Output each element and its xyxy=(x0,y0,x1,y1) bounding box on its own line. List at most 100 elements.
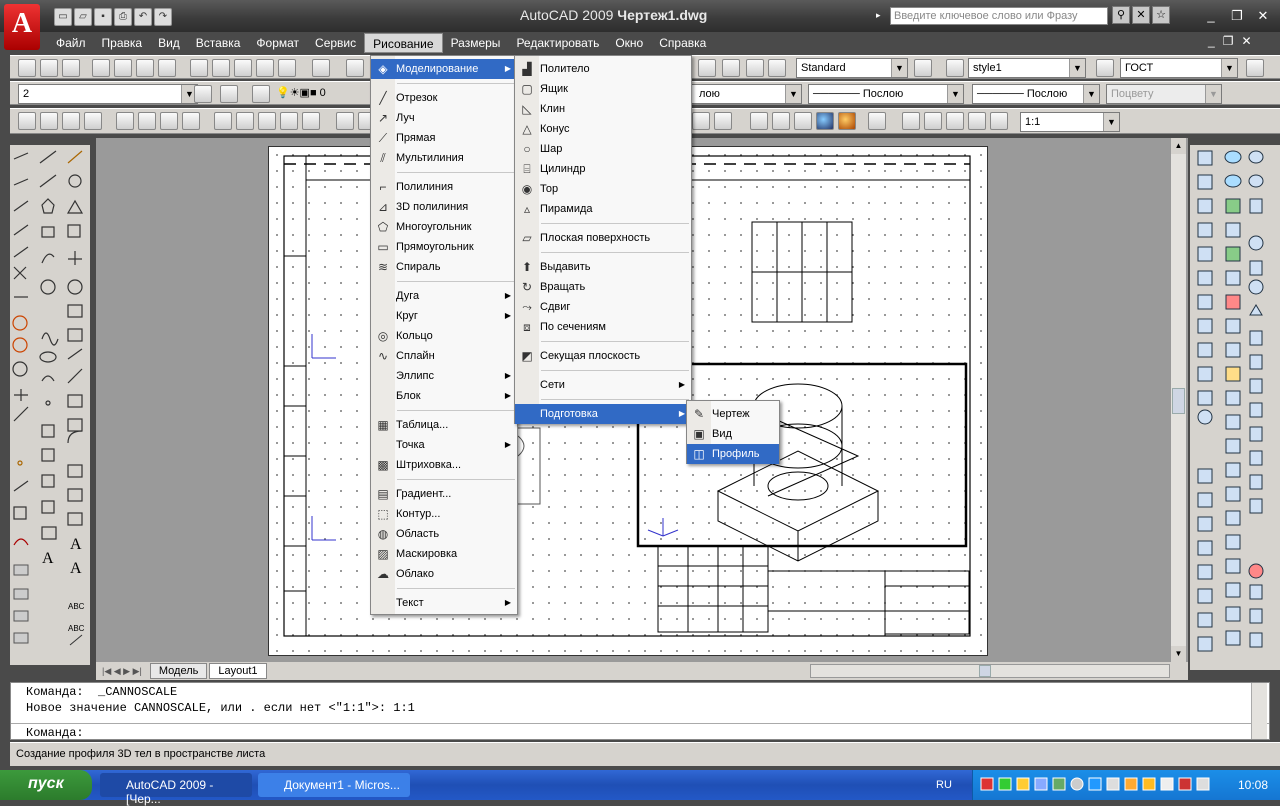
tb-new-icon[interactable] xyxy=(18,59,36,77)
viewport-5-icon[interactable] xyxy=(990,112,1008,130)
close-icon[interactable]: ✕ xyxy=(1252,6,1274,26)
new-icon[interactable]: ▭ xyxy=(54,8,72,26)
minimize-icon[interactable]: _ xyxy=(1200,6,1222,26)
draw-item[interactable]: ◈ Моделирование ▶ xyxy=(371,59,517,79)
draw-item[interactable]: ▩ Штриховка... xyxy=(371,455,517,475)
viewport-1-icon[interactable] xyxy=(902,112,920,130)
draw-item[interactable]: ⫽ Мультилиния xyxy=(371,148,517,168)
modeling-item[interactable]: ▢ Ящик xyxy=(515,79,691,99)
clock[interactable]: 10:08 xyxy=(1238,778,1268,792)
dim-angular-icon[interactable] xyxy=(182,112,200,130)
draw-item[interactable]: ◍ Область xyxy=(371,524,517,544)
modeling-item[interactable]: ⌸ Цилиндр xyxy=(515,159,691,179)
save-icon[interactable]: ▪ xyxy=(94,8,112,26)
visual-style-realistic-icon[interactable] xyxy=(816,112,834,130)
tb-publish-icon[interactable] xyxy=(136,59,154,77)
tb-3ddwf-icon[interactable] xyxy=(158,59,176,77)
draw-item[interactable]: ▭ Прямоугольник xyxy=(371,237,517,257)
left-tools-icons[interactable]: A A A ABC ABC xyxy=(10,145,90,665)
draw-item[interactable]: ⬚ Контур... xyxy=(371,504,517,524)
menu-help[interactable]: Справка xyxy=(651,33,714,53)
draw-item[interactable]: ↗ Луч xyxy=(371,108,517,128)
menu-modify[interactable]: Редактировать xyxy=(508,33,607,53)
tb-sheetset-icon[interactable] xyxy=(768,59,786,77)
draw-item[interactable]: ▤ Градиент... xyxy=(371,484,517,504)
tab-model[interactable]: Модель xyxy=(149,663,208,679)
modeling-item[interactable]: ▟ Политело xyxy=(515,59,691,79)
doc-minimize-icon[interactable]: _ xyxy=(1208,34,1215,48)
start-button[interactable]: пуск xyxy=(0,770,92,800)
draw-item[interactable]: ╱ Отрезок xyxy=(371,88,517,108)
menu-format[interactable]: Формат xyxy=(248,33,307,53)
horizontal-scrollbar[interactable] xyxy=(810,664,1170,678)
dim-radius-icon[interactable] xyxy=(116,112,134,130)
draw-item[interactable]: ▨ Маскировка xyxy=(371,544,517,564)
menu-dimension[interactable]: Размеры xyxy=(443,33,509,53)
tb-paste-block-icon[interactable] xyxy=(256,59,274,77)
tb-paste-icon[interactable] xyxy=(234,59,252,77)
dimstyle-icon[interactable] xyxy=(946,59,964,77)
visual-style-4-icon[interactable] xyxy=(772,112,790,130)
visual-style-conceptual-icon[interactable] xyxy=(838,112,856,130)
tb-toolpalettes-icon[interactable] xyxy=(746,59,764,77)
color-select[interactable]: лою ▼ xyxy=(690,84,802,104)
modeling-item[interactable]: ⬆ Выдавить xyxy=(515,257,691,277)
viewport-scale-select[interactable]: 1:1 ▼ xyxy=(1020,112,1120,132)
command-window[interactable]: Команда: _CANNOSCALE Новое значение CANN… xyxy=(10,682,1270,740)
draw-item[interactable]: ≋ Спираль xyxy=(371,257,517,277)
modeling-item[interactable]: ↻ Вращать xyxy=(515,277,691,297)
tray-icons[interactable] xyxy=(973,770,1233,800)
tb-matchprop-icon[interactable] xyxy=(278,59,296,77)
draw-item[interactable]: Блок ▶ xyxy=(371,386,517,406)
tb-undo-icon[interactable] xyxy=(312,59,330,77)
visual-style-1-icon[interactable] xyxy=(692,112,710,130)
tb-cut-icon[interactable] xyxy=(190,59,208,77)
dim-jogged-icon[interactable] xyxy=(138,112,156,130)
search-expand-icon[interactable]: ▸ xyxy=(876,10,881,21)
layer-control[interactable]: 💡☀▣■ 0 xyxy=(276,86,366,99)
draw-item[interactable]: ⟋ Прямая xyxy=(371,128,517,148)
modeling-item[interactable]: ◺ Клин xyxy=(515,99,691,119)
draw-item[interactable]: ▦ Таблица... xyxy=(371,415,517,435)
tablestyle-select[interactable]: ГОСТ ▼ xyxy=(1120,58,1238,78)
modeling-item[interactable]: ⤳ Сдвиг xyxy=(515,297,691,317)
draw-item[interactable]: ⊿ 3D полилиния xyxy=(371,197,517,217)
modeling-item[interactable]: ◩ Секущая плоскость xyxy=(515,346,691,366)
dim-baseline-icon[interactable] xyxy=(236,112,254,130)
print-icon[interactable]: ⎙ xyxy=(114,8,132,26)
command-scrollbar[interactable] xyxy=(1251,683,1267,739)
tb-properties-icon[interactable] xyxy=(698,59,716,77)
favorites-icon[interactable]: ☆ xyxy=(1152,6,1170,24)
modeling-item[interactable]: ▱ Плоская поверхность xyxy=(515,228,691,248)
setup-item[interactable]: ✎ Чертеж xyxy=(687,404,779,424)
redo-icon[interactable]: ↷ xyxy=(154,8,172,26)
setup-item[interactable]: ◫ Профиль xyxy=(687,444,779,464)
tb-copy-icon[interactable] xyxy=(212,59,230,77)
modeling-item[interactable]: Подготовка ▶ xyxy=(515,404,691,424)
draw-item[interactable]: Текст ▶ xyxy=(371,593,517,613)
layer-manager-icon[interactable] xyxy=(194,85,212,103)
menu-window[interactable]: Окно xyxy=(607,33,651,53)
modeling-item[interactable]: ▵ Пирамида xyxy=(515,199,691,219)
menu-edit[interactable]: Правка xyxy=(94,33,151,53)
dim-space-icon[interactable] xyxy=(280,112,298,130)
draw-item[interactable]: Дуга ▶ xyxy=(371,286,517,306)
tb-designcenter-icon[interactable] xyxy=(722,59,740,77)
draw-item[interactable]: ◎ Кольцо xyxy=(371,326,517,346)
draw-item[interactable]: ☁ Облако xyxy=(371,564,517,584)
tb-redo-icon[interactable] xyxy=(346,59,364,77)
menu-view[interactable]: Вид xyxy=(150,33,188,53)
modeling-item[interactable]: ⧈ По сечениям xyxy=(515,317,691,337)
layer-state-icon[interactable] xyxy=(252,85,270,103)
draw-item[interactable]: Эллипс ▶ xyxy=(371,366,517,386)
setup-item[interactable]: ▣ Вид xyxy=(687,424,779,444)
modeling-item[interactable]: ◉ Тор xyxy=(515,179,691,199)
dim-continue-icon[interactable] xyxy=(258,112,276,130)
menu-insert[interactable]: Вставка xyxy=(188,33,249,53)
tb-save-icon[interactable] xyxy=(62,59,80,77)
layer-previous-icon[interactable] xyxy=(220,85,238,103)
menu-tools[interactable]: Сервис xyxy=(307,33,364,53)
textstyle-icon[interactable] xyxy=(914,59,932,77)
autocad-logo-icon[interactable]: A xyxy=(4,4,40,50)
tab-layout1[interactable]: Layout1 xyxy=(209,663,267,679)
